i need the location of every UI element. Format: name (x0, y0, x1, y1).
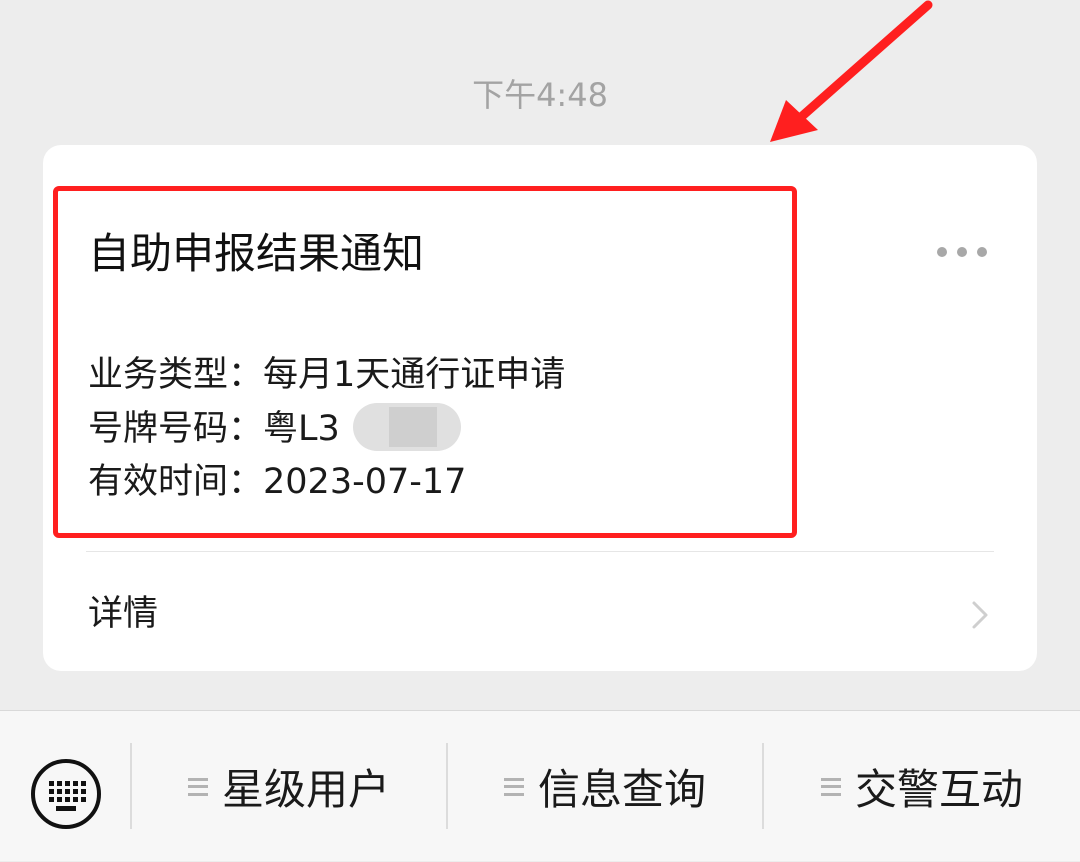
hamburger-icon (187, 777, 208, 796)
message-timestamp: 下午4:48 (472, 76, 608, 114)
menu-info-query[interactable]: 信息查询 (448, 711, 762, 862)
details-label: 详情 (88, 594, 159, 634)
menu-label: 星级用户 (221, 765, 390, 814)
chevron-right-icon (972, 601, 988, 629)
field-label: 号牌号码： (88, 409, 264, 449)
menu-traffic-police-interaction[interactable]: 交警互动 (764, 711, 1080, 862)
field-value: 每月1天通行证申请 (263, 355, 566, 395)
field-value: 2023-07-17 (263, 462, 467, 502)
menu-label: 信息查询 (537, 765, 706, 814)
notification-card[interactable]: 自助申报结果通知 业务类型：每月1天通行证申请 号牌号码：粤L3 有效时间：20… (43, 145, 1037, 671)
details-link[interactable]: 详情 (43, 552, 1037, 671)
menu-label: 交警互动 (854, 765, 1023, 814)
menu-star-user[interactable]: 星级用户 (132, 711, 446, 862)
keyboard-icon[interactable] (28, 756, 104, 832)
field-value: 粤L3 (263, 409, 340, 449)
field-label: 业务类型： (88, 355, 264, 395)
hamburger-icon (503, 777, 524, 796)
hamburger-icon (820, 777, 841, 796)
chat-area: 下午4:48 自助申报结果通知 业务类型：每月1天通行证申请 号牌号码：粤L3 … (0, 0, 1080, 710)
bottom-menu-bar: 星级用户 信息查询 交警互动 (0, 710, 1080, 861)
field-plate-number: 号牌号码：粤L3 (88, 407, 340, 451)
more-horizontal-icon[interactable] (937, 245, 987, 259)
field-business-type: 业务类型：每月1天通行证申请 (88, 353, 565, 397)
card-title: 自助申报结果通知 (88, 229, 425, 278)
field-label: 有效时间： (88, 462, 264, 502)
field-valid-time: 有效时间：2023-07-17 (88, 460, 466, 504)
redaction-blur (353, 403, 461, 451)
